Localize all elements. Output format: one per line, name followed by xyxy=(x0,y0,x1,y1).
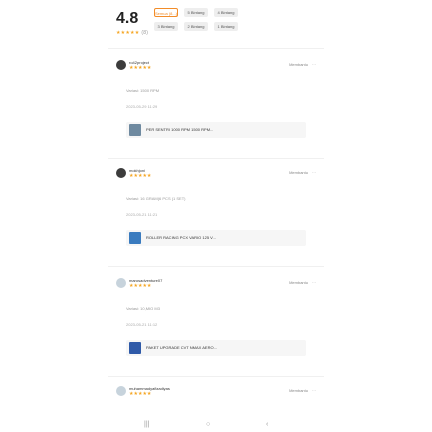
helpful-label: Membantu xyxy=(289,170,308,175)
star-icons: ★★★★★ xyxy=(116,30,140,36)
divider xyxy=(108,48,324,49)
reviews-panel: 4.8 ★★★★★ (8) Semua (8...) 5 Bintang 4 Bi… xyxy=(108,0,324,432)
review-variant: Variasi: 1500 RPM xyxy=(126,88,160,93)
system-nav-bar: ||| ○ ‹ xyxy=(108,418,324,432)
recent-apps-icon[interactable]: ||| xyxy=(144,421,149,428)
more-icon[interactable]: ⋯ xyxy=(312,388,316,393)
review-stars: ★★★★★ xyxy=(129,283,152,289)
review-item: muhammadyafizadiyas ★★★★★ Membantu ⋯ xyxy=(116,386,316,406)
avatar[interactable] xyxy=(116,386,126,396)
rating-stars: ★★★★★ (8) xyxy=(116,30,148,36)
rating-score: 4.8 xyxy=(116,10,139,27)
helpful-label: Membantu xyxy=(289,280,308,285)
product-thumbnail xyxy=(129,342,141,354)
filter-1-star[interactable]: 1 Bintang xyxy=(214,22,238,31)
home-icon[interactable]: ○ xyxy=(206,421,210,428)
product-card[interactable]: ROLLER RACING PCX VARIO 125 V... xyxy=(126,230,306,246)
filter-4-star[interactable]: 4 Bintang xyxy=(214,8,238,17)
review-variant: Variasi: 10,MIO M3 xyxy=(126,306,160,311)
helpful-button[interactable]: Membantu ⋯ xyxy=(289,280,316,285)
rating-count: (8) xyxy=(141,30,149,36)
review-date: 2023-05-21 11:21 xyxy=(126,212,158,217)
more-icon[interactable]: ⋯ xyxy=(312,170,316,175)
product-thumbnail xyxy=(129,124,141,136)
review-date: 2023-05-29 11:29 xyxy=(126,104,158,109)
avatar[interactable] xyxy=(116,168,126,178)
review-stars: ★★★★★ xyxy=(129,391,152,397)
review-item: marosadventure07 ★★★★★ Membantu ⋯ Variasi… xyxy=(116,278,316,373)
avatar[interactable] xyxy=(116,278,126,288)
review-stars: ★★★★★ xyxy=(129,173,152,179)
filter-2-star[interactable]: 2 Bintang xyxy=(184,22,208,31)
product-name: PER SENTRI 1000 RPM 1500 RPM... xyxy=(146,127,214,132)
review-item: mokhjoni ★★★★★ Membantu ⋯ Variasi: 16 GRA… xyxy=(116,168,316,263)
product-thumbnail xyxy=(129,232,141,244)
product-card[interactable]: PER SENTRI 1000 RPM 1500 RPM... xyxy=(126,122,306,138)
helpful-label: Membantu xyxy=(289,62,308,67)
review-stars: ★★★★★ xyxy=(129,65,152,71)
more-icon[interactable]: ⋯ xyxy=(312,280,316,285)
helpful-button[interactable]: Membantu ⋯ xyxy=(289,170,316,175)
back-icon[interactable]: ‹ xyxy=(266,421,268,428)
product-name: PAKET UPGRADE CVT NMAX AERO... xyxy=(146,345,217,350)
product-name: ROLLER RACING PCX VARIO 125 V... xyxy=(146,235,216,240)
helpful-button[interactable]: Membantu ⋯ xyxy=(289,62,316,67)
product-card[interactable]: PAKET UPGRADE CVT NMAX AERO... xyxy=(126,340,306,356)
divider xyxy=(108,266,324,267)
review-item: ro42project ★★★★★ Membantu ⋯ Variasi: 150… xyxy=(116,60,316,155)
filter-3-star[interactable]: 3 Bintang xyxy=(154,22,178,31)
review-date: 2023-05-21 11:12 xyxy=(126,322,158,327)
helpful-label: Membantu xyxy=(289,388,308,393)
more-icon[interactable]: ⋯ xyxy=(312,62,316,67)
filter-5-star[interactable]: 5 Bintang xyxy=(184,8,208,17)
avatar[interactable] xyxy=(116,60,126,70)
helpful-button[interactable]: Membantu ⋯ xyxy=(289,388,316,393)
divider xyxy=(108,376,324,377)
filter-all[interactable]: Semua (8...) xyxy=(154,8,178,17)
divider xyxy=(108,158,324,159)
rating-summary: 4.8 ★★★★★ (8) Semua (8...) 5 Bintang 4 Bi… xyxy=(116,8,316,42)
review-variant: Variasi: 16 GRAM(6 PCS (1 SET) xyxy=(126,196,186,201)
screen: 4.8 ★★★★★ (8) Semua (8...) 5 Bintang 4 Bi… xyxy=(0,0,432,432)
